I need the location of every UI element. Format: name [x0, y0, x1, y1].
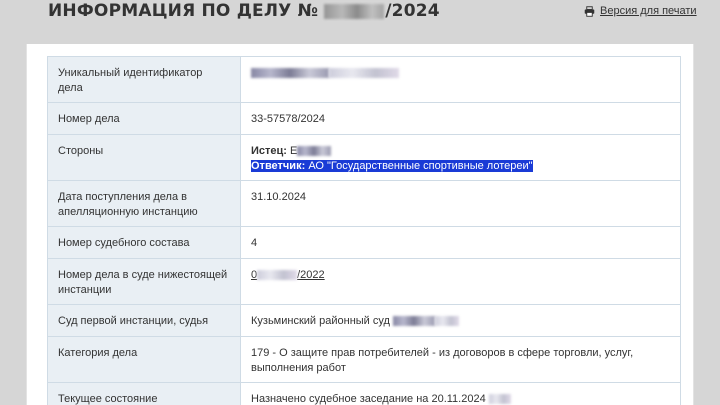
lower-court-case-suffix: /2022	[297, 269, 325, 281]
plaintiff-label: Истец:	[251, 145, 287, 157]
lower-court-case-value: 0/2022	[240, 258, 681, 305]
court-panel-value: 4	[240, 226, 681, 259]
print-version-label: Версия для печати	[600, 5, 697, 17]
row-label: Стороны	[47, 134, 241, 181]
defendant-line: Ответчик: АО "Государственные спортивные…	[251, 159, 670, 174]
redacted-text	[393, 316, 435, 327]
redacted-text	[251, 68, 329, 79]
unique-id-value	[240, 56, 681, 103]
plaintiff-line: Истец: Е	[251, 144, 670, 159]
printer-icon	[584, 5, 595, 17]
redacted-text	[329, 68, 399, 79]
row-label: Суд первой инстанции, судья	[47, 304, 241, 337]
lower-court-case-link[interactable]: 0/2022	[251, 269, 325, 281]
first-instance-court-text: Кузьминский районный суд	[251, 315, 390, 327]
table-row: Стороны Истец: Е Ответчик: АО "Государст…	[47, 134, 681, 181]
defendant-selection: Ответчик: АО "Государственные спортивные…	[251, 160, 533, 172]
case-info-table: Уникальный идентификатор дела Номер дела…	[47, 56, 681, 405]
row-label: Категория дела	[47, 336, 241, 383]
table-row: Категория дела 179 - О защите прав потре…	[47, 336, 681, 383]
current-status-value: Назначено судебное заседание на 20.11.20…	[240, 382, 681, 405]
table-row: Номер дела 33-57578/2024	[47, 102, 681, 135]
case-info-card: Уникальный идентификатор дела Номер дела…	[26, 44, 694, 405]
page-title-prefix: ИНФОРМАЦИЯ ПО ДЕЛУ №	[48, 1, 319, 21]
defendant-label: Ответчик:	[251, 160, 306, 172]
row-label: Номер дела	[47, 102, 241, 135]
case-category-value: 179 - О защите прав потребителей - из до…	[240, 336, 681, 383]
first-instance-court-value: Кузьминский районный суд	[240, 304, 681, 337]
redacted-text	[488, 394, 511, 405]
plaintiff-initial: Е	[290, 145, 298, 157]
row-label: Уникальный идентификатор дела	[47, 56, 241, 103]
current-status-text: Назначено судебное заседание на 20.11.20…	[251, 393, 486, 405]
table-row: Дата поступления дела в апелляционную ин…	[47, 180, 681, 227]
table-row: Текущее состояние Назначено судебное зас…	[47, 382, 681, 405]
row-label: Номер дела в суде нижестоящей инстанции	[47, 258, 241, 305]
print-version-link[interactable]: Версия для печати	[584, 5, 697, 17]
parties-value: Истец: Е Ответчик: АО "Государственные с…	[240, 134, 681, 181]
case-number-value: 33-57578/2024	[240, 102, 681, 135]
page-header: ИНФОРМАЦИЯ ПО ДЕЛУ № /2024 Версия для пе…	[0, 0, 720, 44]
receipt-date-value: 31.10.2024	[240, 180, 681, 227]
table-row: Номер судебного состава 4	[47, 226, 681, 259]
case-number-redaction	[324, 3, 385, 19]
row-label: Текущее состояние	[47, 382, 241, 405]
redacted-text	[297, 146, 332, 157]
row-label: Номер судебного состава	[47, 226, 241, 259]
defendant-value: АО "Государственные спортивные лотереи"	[308, 160, 533, 172]
page-title-suffix: /2024	[385, 1, 440, 21]
table-row: Суд первой инстанции, судья Кузьминский …	[47, 304, 681, 337]
page-title: ИНФОРМАЦИЯ ПО ДЕЛУ № /2024	[48, 1, 440, 21]
row-label: Дата поступления дела в апелляционную ин…	[47, 180, 241, 227]
table-row: Уникальный идентификатор дела	[47, 56, 681, 103]
redacted-text	[257, 270, 298, 281]
table-row: Номер дела в суде нижестоящей инстанции …	[47, 258, 681, 305]
redacted-text	[435, 316, 459, 327]
